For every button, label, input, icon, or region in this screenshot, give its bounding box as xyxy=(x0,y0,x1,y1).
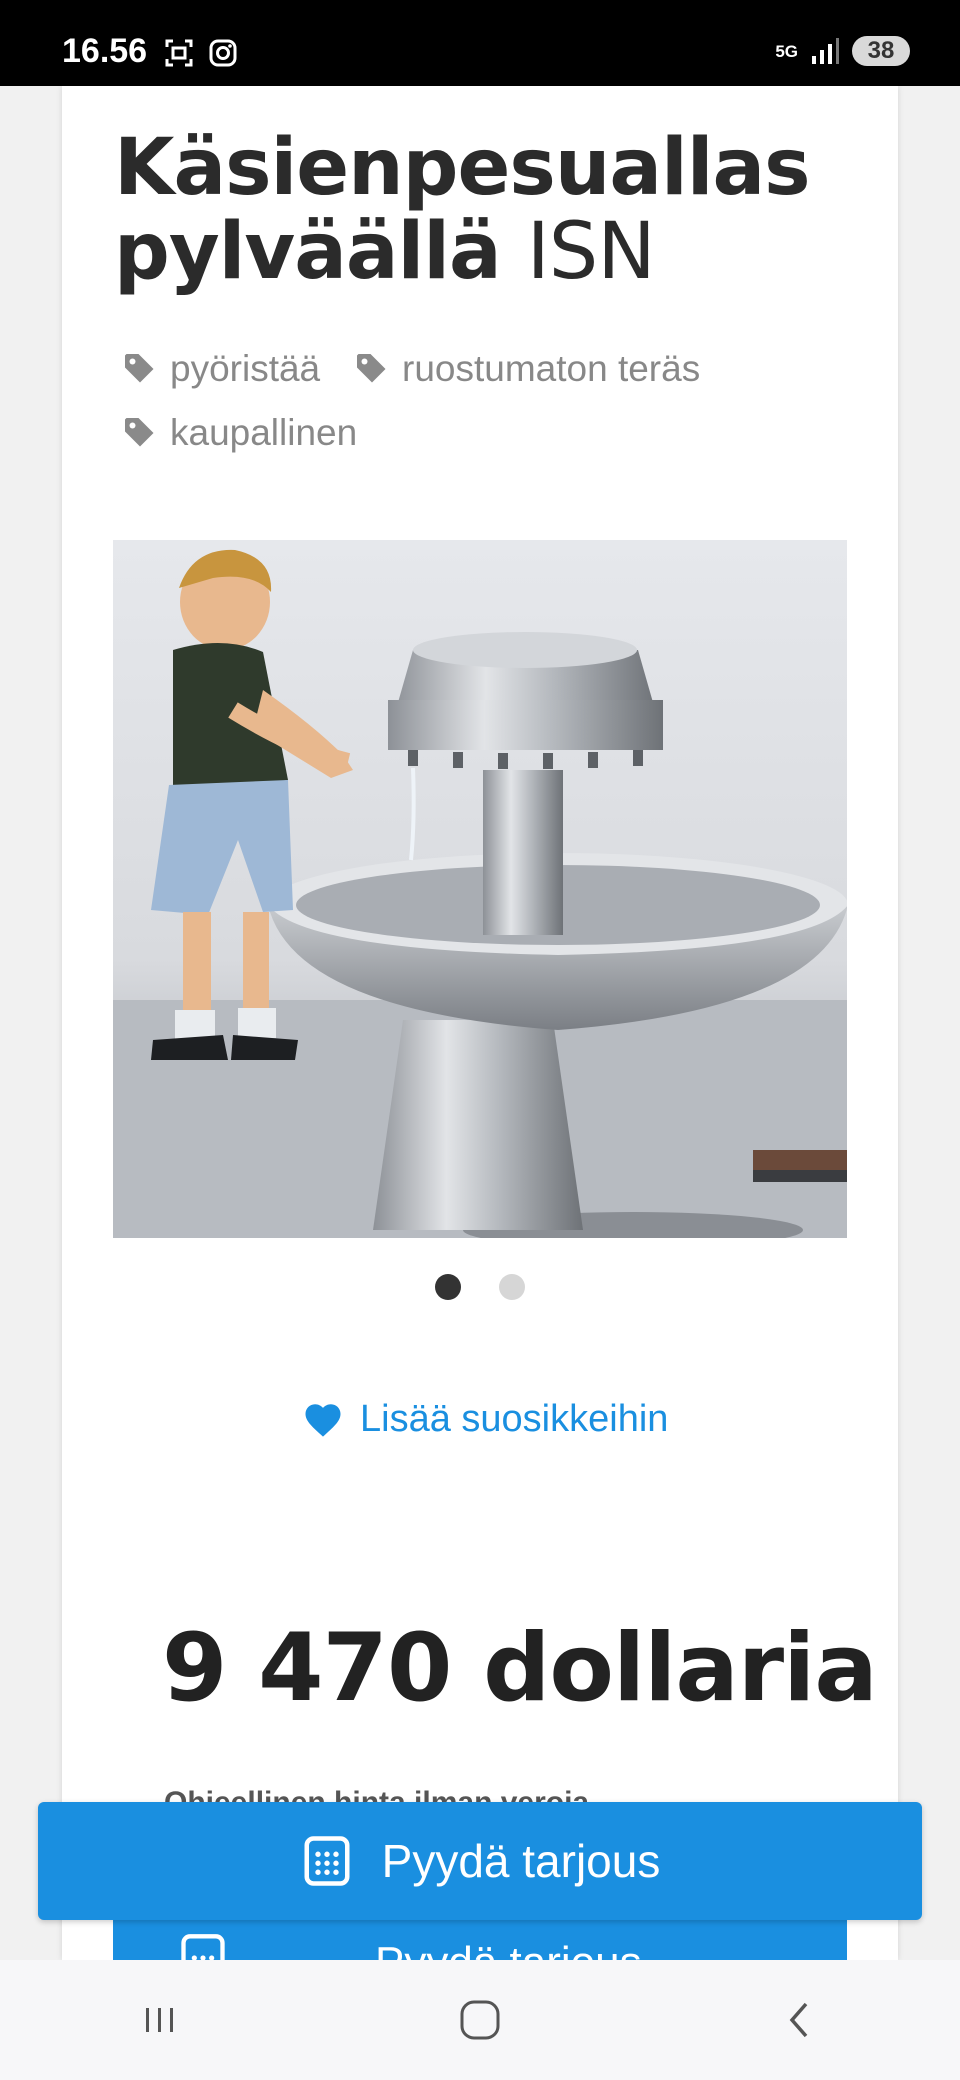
carousel-dot[interactable] xyxy=(435,1274,461,1300)
product-model: ISN xyxy=(526,207,656,297)
product-title: Käsienpesuallas pylväällä xyxy=(114,123,811,297)
tag-label: pyöristää xyxy=(170,348,321,389)
favorite-label: Lisää suosikkeihin xyxy=(360,1398,669,1440)
status-right: 5G 38 xyxy=(775,36,910,66)
product-image[interactable] xyxy=(113,540,847,1238)
status-bar: 16.56 5G 38 xyxy=(0,0,960,86)
product-card: Käsienpesuallas pylväällä ISN pyöristää … xyxy=(62,86,898,2006)
tag-item[interactable]: ruostumaton teräs xyxy=(354,348,700,390)
image-carousel-dots xyxy=(62,1274,898,1300)
tag-label: kaupallinen xyxy=(170,412,358,453)
network-label: 5G xyxy=(775,41,798,61)
system-nav-bar xyxy=(0,1960,960,2080)
washbasin-illustration xyxy=(113,549,847,1238)
instagram-icon xyxy=(209,39,237,67)
recent-apps-icon[interactable] xyxy=(132,1992,188,2048)
tag-item[interactable]: pyöristää xyxy=(122,348,320,390)
battery-indicator: 38 xyxy=(852,36,910,66)
carousel-dot[interactable] xyxy=(499,1274,525,1300)
tag-icon xyxy=(125,354,154,383)
add-favorite-link[interactable]: Lisää suosikkeihin xyxy=(302,1398,668,1441)
status-time: 16.56 xyxy=(62,32,148,70)
price: 9 470 dollaria xyxy=(162,1614,878,1723)
tag-icon xyxy=(357,354,386,383)
signal-icon xyxy=(812,38,839,64)
tag-item[interactable]: kaupallinen xyxy=(122,412,357,454)
calculator-icon xyxy=(304,1836,350,1886)
tag-icon xyxy=(125,418,154,447)
request-quote-label: Pyydä tarjous xyxy=(381,1835,661,1887)
tag-label: ruostumaton teräs xyxy=(402,348,701,389)
home-icon[interactable] xyxy=(452,1992,508,2048)
screenshot-icon xyxy=(165,39,193,67)
back-icon[interactable] xyxy=(772,1992,828,2048)
page-title: Käsienpesuallas pylväällä ISN xyxy=(114,126,854,294)
request-quote-button[interactable]: Pyydä tarjous xyxy=(38,1802,922,1920)
heart-icon xyxy=(305,1403,341,1437)
